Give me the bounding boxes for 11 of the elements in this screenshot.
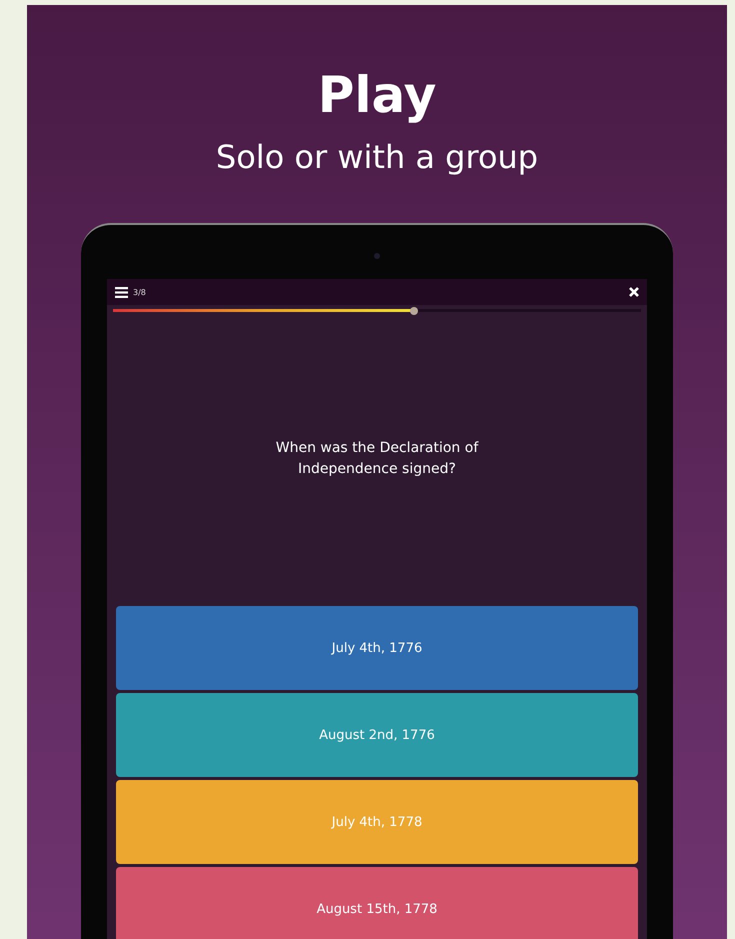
- answer-button[interactable]: August 2nd, 1776: [116, 693, 638, 777]
- subtitle: Solo or with a group: [216, 137, 538, 177]
- close-icon[interactable]: [629, 287, 639, 297]
- answer-button[interactable]: July 4th, 1776: [116, 606, 638, 690]
- question-text: When was the Declaration of Independence signed?: [274, 439, 480, 479]
- question-counter: 3/8: [133, 288, 146, 296]
- menu-icon[interactable]: [115, 286, 128, 298]
- answer-button[interactable]: July 4th, 1778: [116, 780, 638, 864]
- answer-button[interactable]: August 15th, 1778: [116, 867, 638, 939]
- progress-knob: [410, 306, 418, 314]
- title: Play: [318, 65, 436, 126]
